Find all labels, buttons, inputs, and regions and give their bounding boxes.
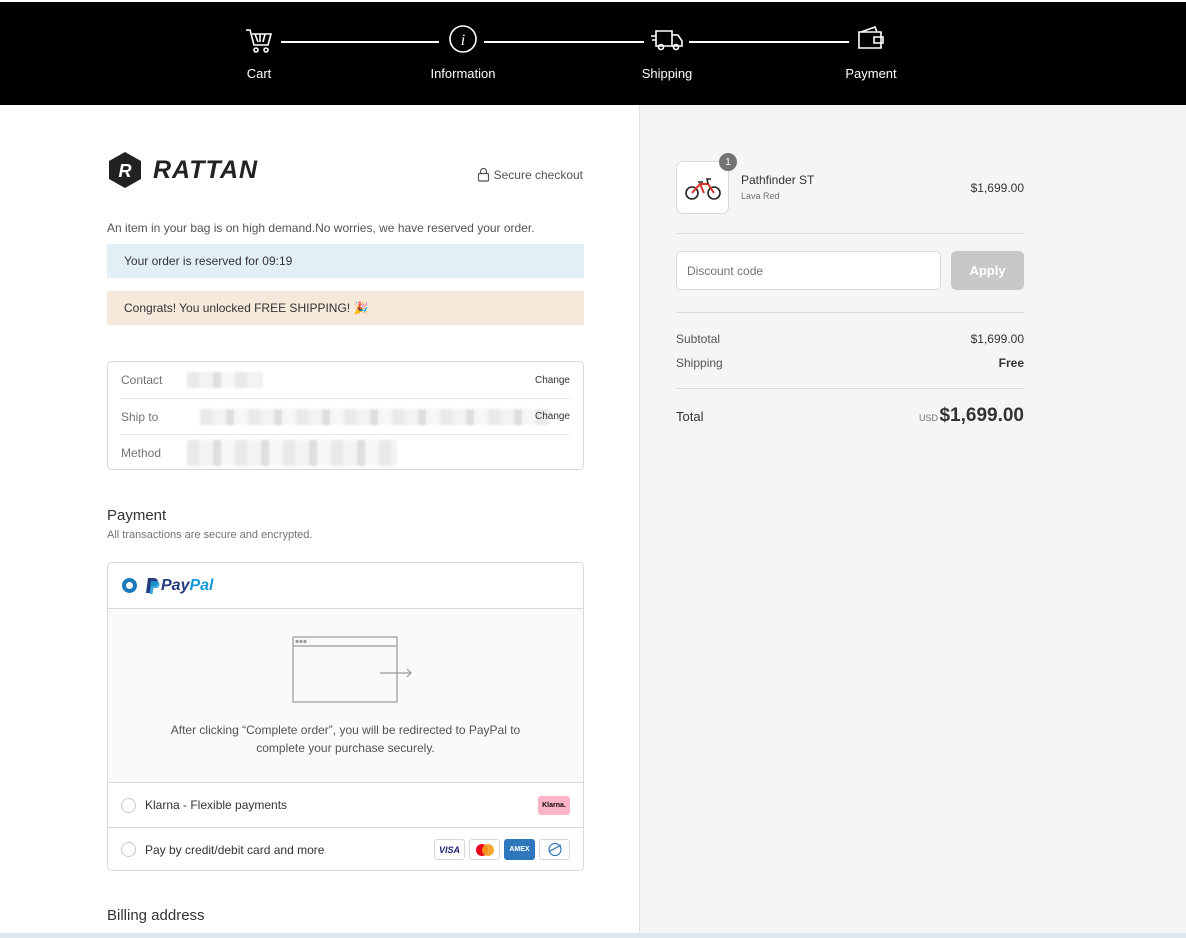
- secure-checkout: Secure checkout: [477, 167, 583, 182]
- change-contact-link[interactable]: Change: [535, 375, 570, 386]
- wallet-icon: [858, 25, 884, 49]
- order-review-box: Contact Change Ship to Change Method: [107, 361, 584, 470]
- product-price: $1,699.00: [970, 181, 1024, 195]
- klarna-option[interactable]: Klarna - Flexible payments Klarna.: [108, 783, 583, 827]
- visa-icon: VISA: [434, 839, 465, 860]
- secure-checkout-label: Secure checkout: [493, 167, 583, 182]
- svg-text:R: R: [119, 161, 132, 181]
- payment-title: Payment: [107, 507, 167, 524]
- card-radio[interactable]: [121, 842, 136, 857]
- paypal-option[interactable]: Pay Pal: [108, 563, 583, 609]
- card-label: Pay by credit/debit card and more: [145, 842, 325, 857]
- review-row-method: Method: [121, 434, 570, 470]
- currency-code: USD: [918, 413, 938, 423]
- step-information[interactable]: i Information: [403, 22, 523, 81]
- divider: [676, 233, 1024, 234]
- review-row-contact: Contact Change: [108, 362, 583, 398]
- subtotal-line: Subtotal $1,699.00: [676, 332, 1024, 346]
- product-name: Pathfinder ST: [741, 173, 815, 187]
- amex-icon: AMEX: [504, 839, 535, 860]
- redirect-window-icon: [292, 636, 412, 703]
- order-summary: 1 Pathfinder ST Lava Red $1,699.00 Apply…: [640, 105, 1186, 938]
- payment-methods: Pay Pal After clicking “Complete order”, …: [107, 562, 584, 871]
- product-variant: Lava Red: [741, 191, 780, 201]
- paypal-redirect-panel: After clicking “Complete order”, you wil…: [108, 609, 583, 783]
- free-shipping-banner: Congrats! You unlocked FREE SHIPPING! 🎉: [107, 291, 584, 325]
- card-option[interactable]: Pay by credit/debit card and more VISA A…: [108, 827, 583, 870]
- paypal-radio[interactable]: [122, 578, 137, 593]
- paypal-logo: Pay Pal: [145, 577, 213, 595]
- subtotal-value: $1,699.00: [970, 332, 1024, 346]
- window-bottom-edge: [0, 933, 1186, 938]
- review-label: Method: [121, 445, 162, 460]
- review-row-shipto: Ship to Change: [121, 398, 570, 434]
- redacted-method: [187, 439, 397, 466]
- total-value: $1,699.00: [939, 405, 1024, 426]
- step-label: Cart: [246, 66, 272, 81]
- truck-icon: [651, 30, 683, 51]
- klarna-label: Klarna - Flexible payments: [145, 798, 288, 812]
- mastercard-icon: [469, 839, 500, 860]
- svg-text:i: i: [461, 32, 465, 49]
- checkout-main: R RATTAN Secure checkout An item in your…: [0, 105, 640, 938]
- brand-name: RATTAN: [153, 155, 259, 184]
- demand-note: An item in your bag is on high demand.No…: [107, 221, 535, 235]
- step-label: Payment: [845, 66, 897, 81]
- discount-code-input[interactable]: [676, 251, 941, 290]
- step-cart[interactable]: Cart: [199, 22, 319, 81]
- reservation-banner: Your order is reserved for 09:19: [107, 244, 584, 278]
- step-payment[interactable]: Payment: [811, 22, 931, 81]
- divider: [676, 312, 1024, 313]
- other-card-icon: [539, 839, 570, 860]
- klarna-badge: Klarna.: [538, 795, 570, 815]
- product-thumbnail: [676, 161, 729, 214]
- payment-subtitle: All transactions are secure and encrypte…: [107, 529, 313, 541]
- brand-logo[interactable]: R RATTAN: [107, 151, 258, 189]
- redacted-address: [200, 408, 550, 425]
- shipping-line: Shipping Free: [676, 356, 1024, 370]
- redacted-contact: [187, 372, 262, 388]
- apply-discount-button[interactable]: Apply: [951, 251, 1024, 290]
- lock-icon: [477, 167, 489, 182]
- shipping-label: Shipping: [676, 356, 723, 370]
- subtotal-label: Subtotal: [676, 332, 721, 346]
- step-label: Information: [430, 66, 496, 81]
- quantity-badge: 1: [719, 153, 737, 171]
- card-brands: VISA AMEX: [434, 839, 570, 860]
- paypal-redirect-note: After clicking “Complete order”, you wil…: [170, 723, 521, 755]
- paypal-p-icon: [146, 577, 160, 594]
- step-label: Shipping: [641, 66, 693, 81]
- divider: [676, 388, 1024, 389]
- review-label: Ship to: [121, 409, 159, 424]
- rattan-logo-icon: R: [109, 152, 141, 188]
- info-icon: i: [449, 25, 477, 53]
- ebike-image: [684, 177, 721, 200]
- checkout-stepper: Cart i Information Shipping Payment: [0, 0, 1186, 105]
- product-line: 1 Pathfinder ST Lava Red $1,699.00: [676, 153, 1024, 214]
- shipping-value: Free: [998, 356, 1024, 370]
- billing-address-title: Billing address: [107, 907, 205, 924]
- step-shipping[interactable]: Shipping: [607, 22, 727, 81]
- klarna-radio[interactable]: [121, 797, 136, 813]
- change-address-link[interactable]: Change: [535, 411, 570, 422]
- total-label: Total: [676, 409, 704, 424]
- review-label: Contact: [121, 373, 163, 387]
- cart-icon: [246, 29, 273, 53]
